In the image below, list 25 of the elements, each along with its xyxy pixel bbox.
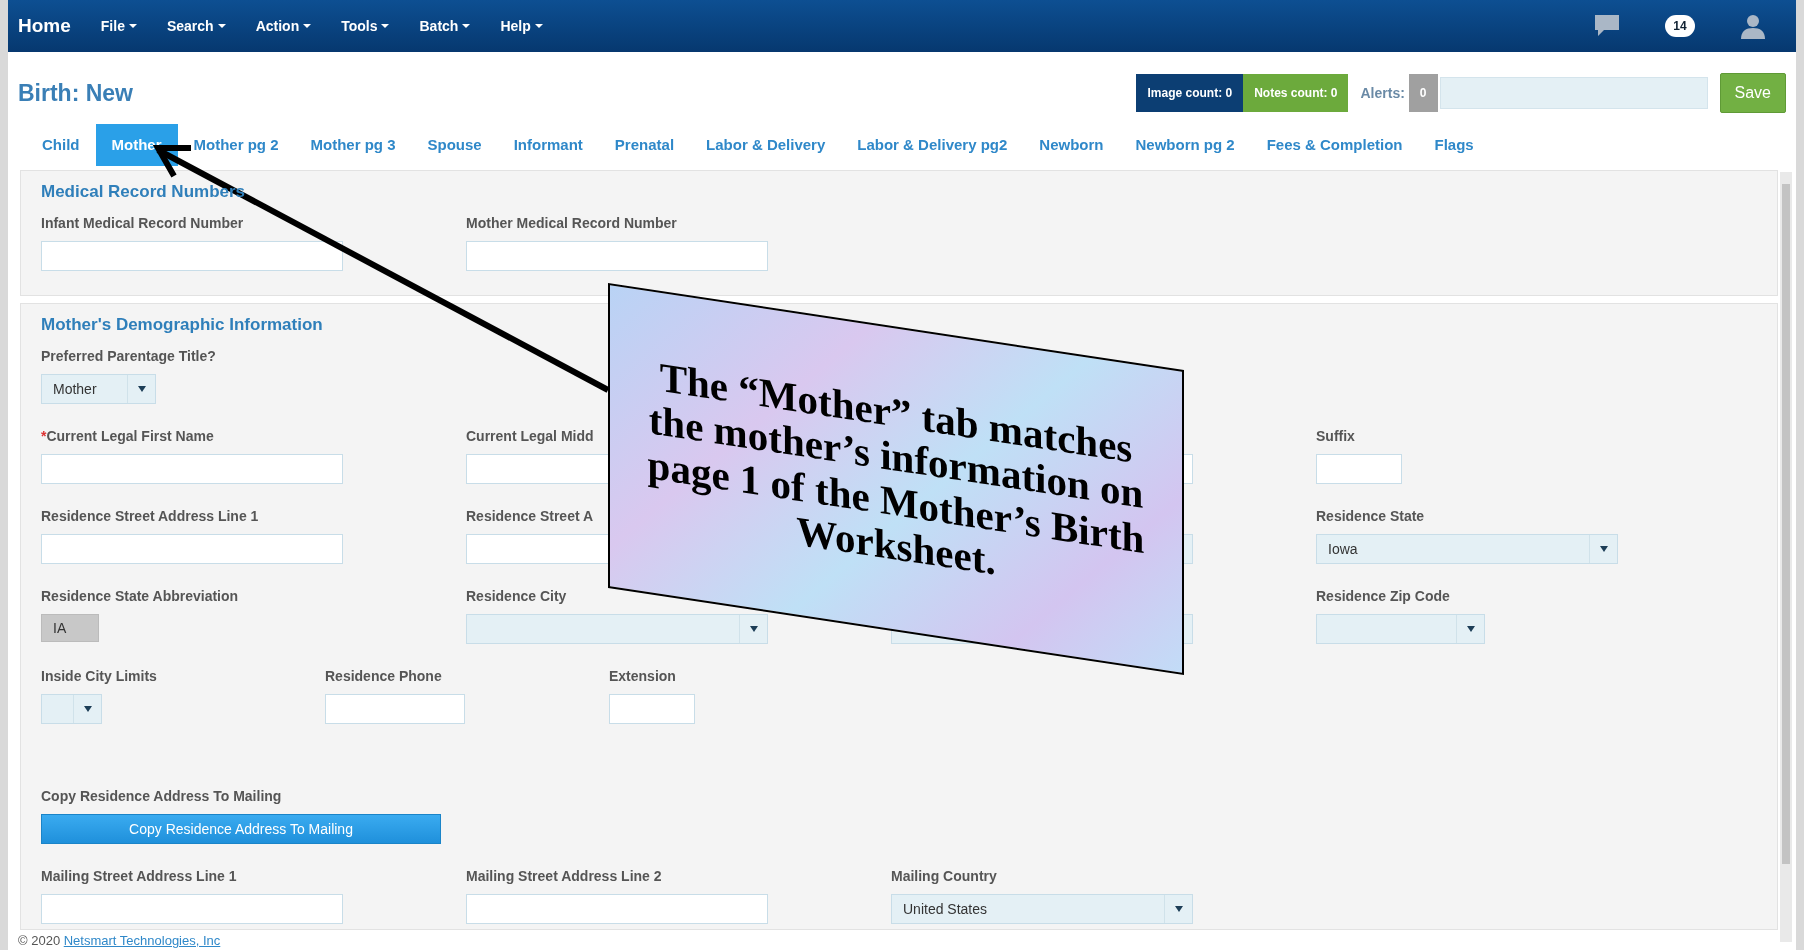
field-label: Current Legal Midd [466, 427, 594, 446]
field-label: Mailing Country [891, 867, 997, 886]
field-label: Copy Residence Address To Mailing [41, 787, 282, 806]
section-title: Mother's Demographic Information [41, 314, 323, 336]
field-label: Residence City [466, 587, 567, 606]
field-label: Mailing Street Address Line 2 [466, 867, 662, 886]
field-label: Preferred Parentage Title? [41, 347, 216, 366]
field-label: Mailing Street Address Line 1 [41, 867, 237, 886]
field-label: *Current Legal First Name [41, 427, 214, 446]
field-label: Residence Phone [325, 667, 442, 686]
alerts-label: Alerts: [1360, 83, 1405, 103]
field-label: Residence State [1316, 507, 1425, 526]
readonly-field: IA [41, 614, 99, 642]
field-label: Residence Street Address Line 1 [41, 507, 259, 526]
field-label: Residence State Abbreviation [41, 587, 239, 606]
callout-text: The “Mother” tab matches the mother’s information on page 1 of the Mother’s Birth Worksheet. [646, 352, 1146, 586]
field-label: Mother Medical Record Number [466, 214, 677, 233]
field-label: Suffix [1316, 427, 1355, 446]
field-label: Extension [609, 667, 676, 686]
page-title: Birth: New [18, 78, 133, 108]
field-label: Inside City Limits [41, 667, 157, 686]
field-label: Infant Medical Record Number [41, 214, 244, 233]
field-label: Residence Street A [466, 507, 594, 526]
footer-text: © 2020 Netsmart Technologies, Inc [17, 933, 222, 948]
field-label: Residence Zip Code [1316, 587, 1450, 606]
